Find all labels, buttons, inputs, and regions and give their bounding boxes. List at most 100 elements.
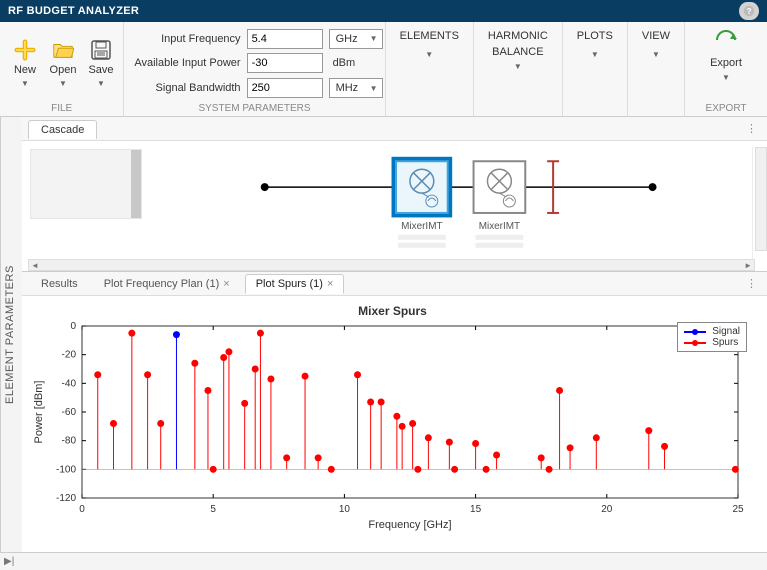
export-icon bbox=[713, 30, 739, 53]
harmonic-balance-dropdown[interactable]: HARMONIC BALANCE ▼ bbox=[480, 26, 556, 75]
save-icon bbox=[90, 39, 112, 61]
svg-text:Frequency [GHz]: Frequency [GHz] bbox=[368, 519, 451, 531]
status-bar: ▶| bbox=[0, 552, 767, 570]
export-label: Export bbox=[710, 57, 742, 69]
chevron-down-icon: ▼ bbox=[370, 34, 378, 43]
new-label: New bbox=[14, 64, 36, 76]
chevron-down-icon: ▼ bbox=[59, 79, 67, 88]
chevron-down-icon: ▼ bbox=[370, 84, 378, 93]
panel-menu-button[interactable]: ⋮ bbox=[736, 122, 767, 135]
input-freq-unit-dropdown[interactable]: GHz ▼ bbox=[329, 29, 383, 49]
svg-text:-20: -20 bbox=[62, 350, 77, 361]
svg-text:-60: -60 bbox=[62, 407, 77, 418]
legend-signal-label: Signal bbox=[712, 326, 740, 337]
svg-text:0: 0 bbox=[79, 504, 85, 515]
cascade-panel: Cascade ⋮ bbox=[22, 117, 767, 272]
file-group-label: FILE bbox=[6, 101, 117, 114]
panel-menu-button[interactable]: ⋮ bbox=[736, 277, 767, 290]
result-tabstrip: Results Plot Frequency Plan (1)× Plot Sp… bbox=[22, 272, 767, 296]
signal-bw-unit-dropdown[interactable]: MHz ▼ bbox=[329, 78, 383, 98]
help-icon: ? bbox=[743, 5, 755, 17]
open-button[interactable]: Open ▼ bbox=[44, 26, 82, 101]
view-label: VIEW bbox=[642, 30, 670, 42]
rf-chain-diagram: MixerIMT MixerIMT bbox=[36, 147, 752, 265]
chart-title: Mixer Spurs bbox=[28, 304, 757, 318]
elements-label: ELEMENTS bbox=[400, 30, 459, 42]
svg-text:-80: -80 bbox=[62, 436, 77, 447]
chevron-down-icon: ▼ bbox=[591, 50, 599, 59]
cascade-tab[interactable]: Cascade bbox=[28, 120, 97, 139]
cascade-canvas[interactable]: MixerIMT MixerIMT bbox=[22, 141, 767, 271]
open-icon bbox=[52, 39, 74, 61]
avail-power-field[interactable] bbox=[247, 53, 323, 73]
avail-power-label: Available Input Power bbox=[134, 57, 240, 69]
svg-text:25: 25 bbox=[732, 504, 744, 515]
plots-label: PLOTS bbox=[577, 30, 613, 42]
new-icon bbox=[14, 39, 36, 61]
legend-spurs-label: Spurs bbox=[712, 337, 738, 348]
chevron-down-icon: ▼ bbox=[514, 62, 522, 71]
chevron-down-icon: ▼ bbox=[21, 79, 29, 88]
input-freq-unit: GHz bbox=[336, 33, 358, 45]
group-export: Export ▼ EXPORT bbox=[685, 22, 767, 116]
block-2-label: MixerIMT bbox=[479, 221, 520, 232]
chevron-down-icon: ▼ bbox=[97, 79, 105, 88]
main-area: ELEMENT PARAMETERS Cascade ⋮ bbox=[0, 117, 767, 552]
svg-text:5: 5 bbox=[210, 504, 216, 515]
harmonic-label-1: HARMONIC bbox=[488, 30, 548, 42]
svg-text:Power [dBm]: Power [dBm] bbox=[33, 381, 45, 444]
group-plots: PLOTS ▼ bbox=[563, 22, 628, 116]
signal-bw-label: Signal Bandwidth bbox=[134, 82, 240, 94]
save-button[interactable]: Save ▼ bbox=[82, 26, 120, 101]
group-elements: ELEMENTS ▼ bbox=[386, 22, 474, 116]
chart-panel: Mixer Spurs 0-20-40-60-80-100-1200510152… bbox=[22, 296, 767, 552]
export-group-label: EXPORT bbox=[691, 101, 761, 114]
elements-dropdown[interactable]: ELEMENTS ▼ bbox=[392, 26, 467, 63]
plots-dropdown[interactable]: PLOTS ▼ bbox=[569, 26, 621, 63]
group-file: New ▼ Open ▼ Save ▼ FILE bbox=[0, 22, 124, 116]
app-title: RF BUDGET ANALYZER bbox=[8, 5, 139, 17]
view-dropdown[interactable]: VIEW ▼ bbox=[634, 26, 678, 63]
signal-bw-unit: MHz bbox=[336, 82, 359, 94]
group-harmonic-balance: HARMONIC BALANCE ▼ bbox=[474, 22, 563, 116]
block-1-label: MixerIMT bbox=[401, 221, 442, 232]
svg-text:15: 15 bbox=[470, 504, 482, 515]
element-parameters-tab[interactable]: ELEMENT PARAMETERS bbox=[0, 117, 22, 552]
help-button[interactable]: ? bbox=[739, 2, 759, 20]
close-icon[interactable]: × bbox=[327, 278, 333, 290]
input-freq-field[interactable] bbox=[247, 29, 323, 49]
svg-text:20: 20 bbox=[601, 504, 613, 515]
save-label: Save bbox=[88, 64, 113, 76]
canvas-scrollbar-vertical[interactable] bbox=[755, 147, 767, 251]
open-label: Open bbox=[50, 64, 77, 76]
harmonic-label-2: BALANCE bbox=[492, 46, 543, 58]
block-mixer-2[interactable] bbox=[474, 161, 526, 213]
chevron-down-icon: ▼ bbox=[722, 73, 730, 82]
svg-text:10: 10 bbox=[339, 504, 351, 515]
spurs-chart[interactable]: 0-20-40-60-80-100-1200510152025Frequency… bbox=[28, 322, 748, 532]
chart-legend: Signal Spurs bbox=[677, 322, 747, 352]
export-button[interactable]: Export ▼ bbox=[691, 26, 761, 86]
group-system-parameters: Input Frequency GHz ▼ Available Input Po… bbox=[124, 22, 385, 116]
svg-text:-120: -120 bbox=[56, 493, 76, 504]
close-icon[interactable]: × bbox=[223, 278, 229, 290]
title-bar: RF BUDGET ANALYZER ? bbox=[0, 0, 767, 22]
block-mixer-1[interactable] bbox=[394, 159, 450, 215]
chevron-down-icon: ▼ bbox=[425, 50, 433, 59]
input-freq-label: Input Frequency bbox=[134, 33, 240, 45]
new-button[interactable]: New ▼ bbox=[6, 26, 44, 101]
tab-plot-frequency-plan[interactable]: Plot Frequency Plan (1)× bbox=[93, 274, 241, 294]
canvas-scrollbar-horizontal[interactable]: ◄► bbox=[28, 259, 755, 271]
tab-plot-spurs[interactable]: Plot Spurs (1)× bbox=[245, 274, 345, 294]
chevron-down-icon: ▼ bbox=[652, 50, 660, 59]
svg-text:0: 0 bbox=[70, 322, 76, 332]
sysparams-group-label: SYSTEM PARAMETERS bbox=[130, 101, 378, 114]
svg-text:-40: -40 bbox=[62, 378, 77, 389]
toolstrip: New ▼ Open ▼ Save ▼ FILE Inp bbox=[0, 22, 767, 117]
expand-status-button[interactable]: ▶| bbox=[4, 556, 14, 567]
tab-results[interactable]: Results bbox=[30, 274, 89, 294]
signal-bw-field[interactable] bbox=[247, 78, 323, 98]
svg-text:-100: -100 bbox=[56, 464, 76, 475]
avail-power-unit: dBm bbox=[329, 57, 383, 69]
svg-text:?: ? bbox=[746, 7, 751, 16]
